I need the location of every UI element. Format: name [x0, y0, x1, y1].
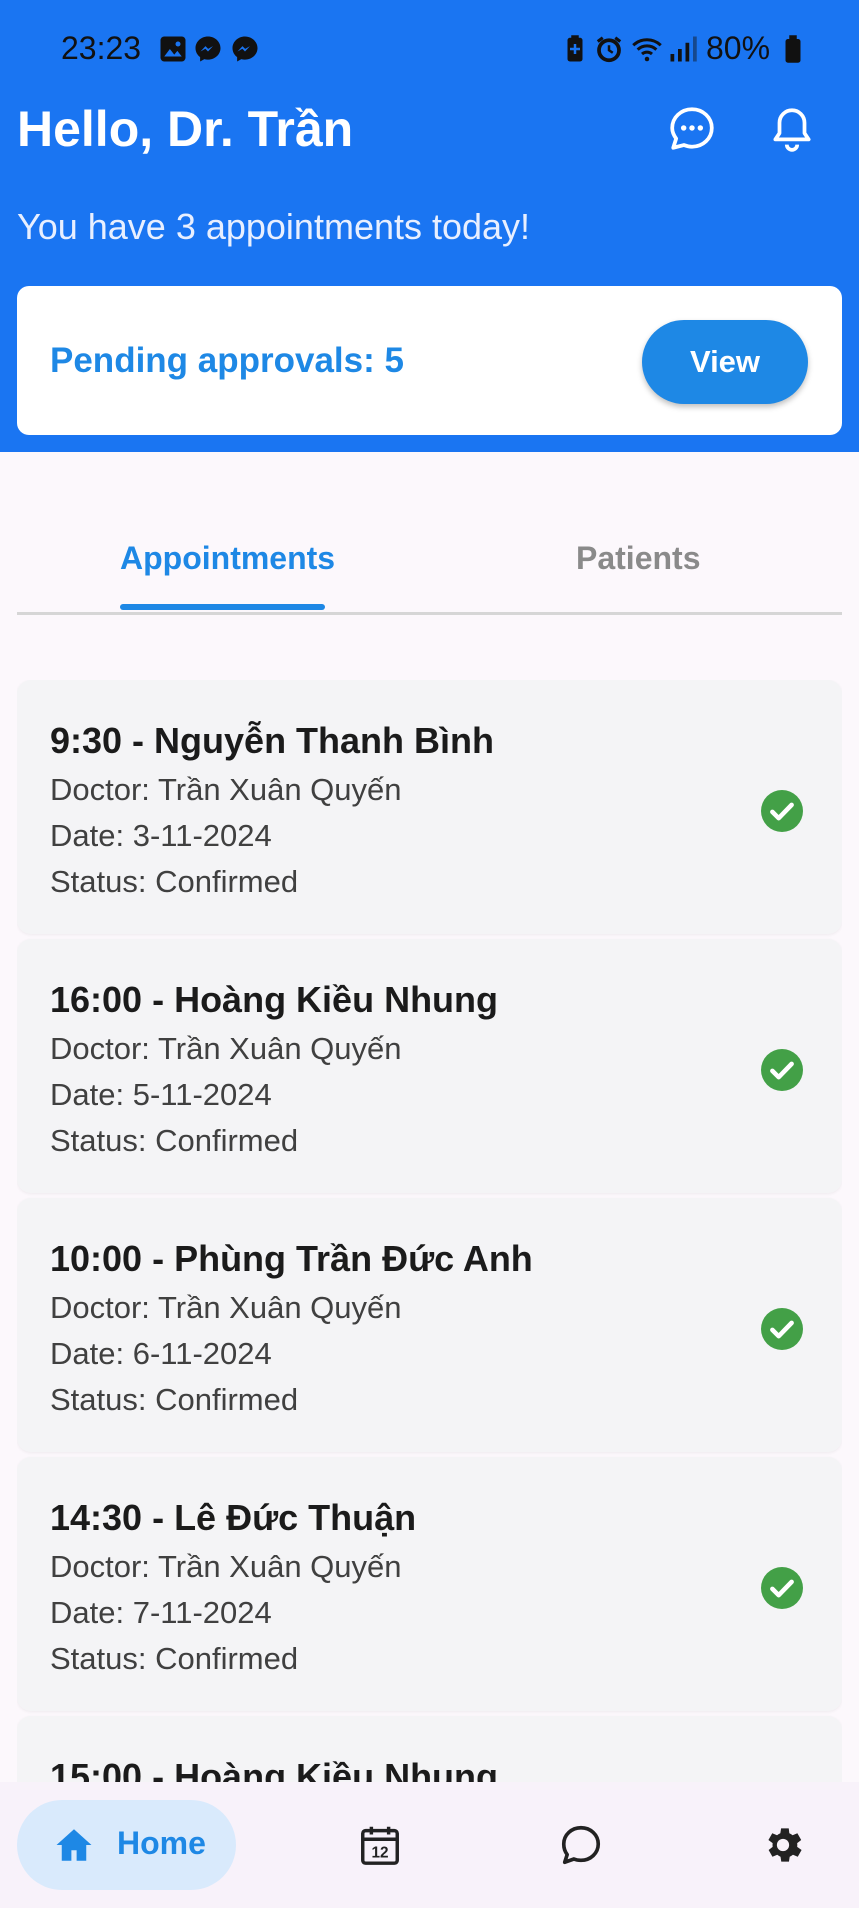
- appointment-status: Status: Confirmed: [50, 864, 299, 899]
- appointment-card[interactable]: 9:30 - Nguyễn Thanh Bình Doctor: Trần Xu…: [17, 680, 842, 934]
- appointment-title: 14:30 - Lê Đức Thuận: [50, 1497, 417, 1538]
- appointment-doctor: Doctor: Trần Xuân Quyến: [50, 1549, 402, 1584]
- confirmed-check-icon: [761, 1308, 803, 1350]
- image-icon: [160, 36, 186, 62]
- appointment-card[interactable]: 10:00 - Phùng Trần Đức Anh Doctor: Trần …: [17, 1198, 842, 1452]
- tab-bar: Appointments Patients: [17, 520, 842, 615]
- nav-home[interactable]: Home: [17, 1800, 236, 1890]
- bell-icon[interactable]: [767, 104, 817, 154]
- calendar-icon[interactable]: 12: [357, 1822, 403, 1868]
- appointment-doctor: Doctor: Trần Xuân Quyến: [50, 1031, 402, 1066]
- appointment-date: Date: 3-11-2024: [50, 818, 272, 853]
- confirmed-check-icon: [761, 1567, 803, 1609]
- signal-icon: [670, 36, 697, 62]
- greeting: Hello, Dr. Trần: [17, 101, 354, 157]
- tab-patients[interactable]: Patients: [576, 540, 700, 577]
- tab-active-indicator: [120, 604, 325, 610]
- messenger-icon: [195, 36, 221, 62]
- appointment-title: 16:00 - Hoàng Kiều Nhung: [50, 979, 499, 1020]
- tab-appointments[interactable]: Appointments: [120, 540, 335, 577]
- settings-icon[interactable]: [760, 1822, 806, 1868]
- appointment-date: Date: 5-11-2024: [50, 1077, 272, 1112]
- confirmed-check-icon: [761, 790, 803, 832]
- home-icon: [56, 1829, 92, 1861]
- status-bar: 23:23 80%: [0, 24, 859, 74]
- appointment-list[interactable]: 9:30 - Nguyễn Thanh Bình Doctor: Trần Xu…: [17, 680, 842, 1782]
- confirmed-check-icon: [761, 1049, 803, 1091]
- bottom-navigation: Home 12: [0, 1782, 859, 1908]
- appointment-date: Date: 6-11-2024: [50, 1336, 272, 1371]
- view-pending-button[interactable]: View: [642, 320, 808, 404]
- chat-bubble-icon[interactable]: [667, 104, 717, 154]
- appointment-title: 9:30 - Nguyễn Thanh Bình: [50, 720, 495, 761]
- chat-icon[interactable]: [558, 1822, 604, 1868]
- appointment-title: 15:00 - Hoàng Kiều Nhung: [50, 1756, 499, 1782]
- nav-home-label: Home: [117, 1825, 206, 1861]
- appointment-status: Status: Confirmed: [50, 1382, 299, 1417]
- appointments-summary: You have 3 appointments today!: [17, 206, 531, 247]
- appointment-card[interactable]: 14:30 - Lê Đức Thuận Doctor: Trần Xuân Q…: [17, 1457, 842, 1711]
- appointment-card[interactable]: 16:00 - Hoàng Kiều Nhung Doctor: Trần Xu…: [17, 939, 842, 1193]
- appointment-status: Status: Confirmed: [50, 1123, 299, 1158]
- battery-percent: 80%: [706, 30, 771, 66]
- battery-saver-icon: [567, 35, 583, 62]
- appointment-card[interactable]: 15:00 - Hoàng Kiều Nhung: [17, 1716, 842, 1782]
- appointment-status: Status: Confirmed: [50, 1641, 299, 1676]
- status-time: 23:23: [61, 30, 142, 66]
- battery-icon: [785, 35, 801, 63]
- pending-approvals-label: Pending approvals: 5: [50, 341, 404, 380]
- pending-approvals-card: Pending approvals: 5 View: [17, 286, 842, 435]
- appointment-doctor: Doctor: Trần Xuân Quyến: [50, 1290, 402, 1325]
- calendar-day: 12: [371, 1845, 388, 1862]
- alarm-icon: [596, 36, 622, 63]
- appointment-title: 10:00 - Phùng Trần Đức Anh: [50, 1238, 533, 1279]
- messenger-icon: [232, 36, 258, 62]
- header: 23:23 80% Hello, Dr. Trần You have 3 app…: [0, 0, 859, 452]
- wifi-icon: [632, 38, 662, 62]
- appointment-date: Date: 7-11-2024: [50, 1595, 272, 1630]
- appointment-doctor: Doctor: Trần Xuân Quyến: [50, 772, 402, 807]
